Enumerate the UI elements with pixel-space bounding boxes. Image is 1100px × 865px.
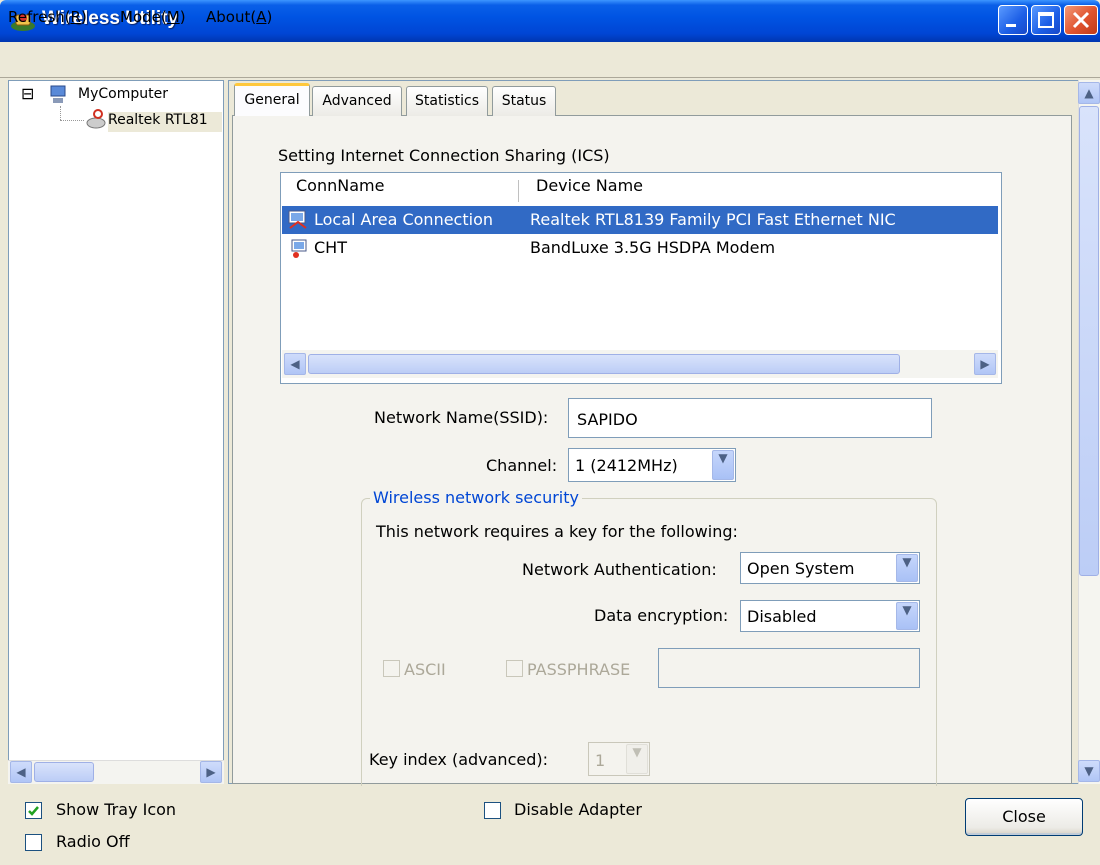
chevron-down-icon[interactable]: ▼: [896, 554, 918, 582]
maximize-icon: [1038, 12, 1054, 28]
menu-label: Refresh(: [8, 8, 71, 26]
menu-label: About(: [206, 8, 257, 26]
key-index-label: Key index (advanced):: [369, 750, 548, 769]
disable-adapter-label[interactable]: Disable Adapter: [514, 800, 642, 819]
ics-heading: Setting Internet Connection Sharing (ICS…: [278, 146, 610, 165]
menu-about[interactable]: About(A): [206, 8, 272, 26]
tree-adapter-label[interactable]: Realtek RTL81: [108, 112, 222, 132]
passphrase-checkbox[interactable]: [506, 660, 523, 677]
menu-refresh[interactable]: Refresh(R): [8, 8, 87, 26]
ascii-checkbox[interactable]: [383, 660, 400, 677]
menu-accel: A: [256, 8, 267, 26]
encryption-label: Data encryption:: [594, 606, 729, 625]
row-device-name[interactable]: Realtek RTL8139 Family PCI Fast Ethernet…: [530, 210, 896, 229]
scroll-thumb[interactable]: [34, 762, 94, 782]
menu-suffix: ): [266, 8, 273, 26]
menu-label: Mode(: [120, 8, 167, 26]
row-connname[interactable]: CHT: [314, 238, 347, 257]
close-window-button[interactable]: [1064, 5, 1098, 35]
scroll-right-arrow-icon[interactable]: ▶: [974, 353, 996, 375]
ssid-input[interactable]: SAPIDO: [568, 398, 932, 438]
minimize-icon: [1006, 24, 1016, 27]
close-icon: [1072, 11, 1090, 29]
tree-line: [60, 106, 61, 120]
column-divider[interactable]: [518, 180, 519, 202]
tab-advanced[interactable]: Advanced: [312, 86, 402, 116]
channel-label: Channel:: [486, 456, 558, 475]
ssid-value: SAPIDO: [577, 410, 638, 429]
ascii-label: ASCII: [404, 660, 446, 679]
menu-bar: [0, 42, 1100, 78]
auth-select[interactable]: Open System ▼: [740, 552, 920, 584]
device-tree[interactable]: [8, 80, 224, 784]
ssid-label: Network Name(SSID):: [374, 408, 549, 427]
scroll-thumb[interactable]: [308, 354, 900, 374]
security-legend: Wireless network security: [370, 488, 582, 507]
network-adapter-icon: [86, 109, 106, 129]
scroll-up-arrow-icon[interactable]: ▲: [1078, 82, 1100, 104]
column-header-device-name[interactable]: Device Name: [536, 176, 643, 204]
key-input[interactable]: [658, 648, 920, 688]
menu-mode[interactable]: Mode(M): [120, 8, 186, 26]
checkmark-icon: [28, 806, 39, 816]
scroll-right-arrow-icon[interactable]: ▶: [200, 761, 222, 783]
show-tray-checkbox[interactable]: [25, 802, 42, 819]
scroll-left-arrow-icon[interactable]: ◀: [284, 353, 306, 375]
channel-select[interactable]: 1 (2412MHz) ▼: [568, 448, 736, 482]
minimize-button[interactable]: [998, 5, 1028, 35]
row-device-name[interactable]: BandLuxe 3.5G HSDPA Modem: [530, 238, 775, 257]
tree-line: [60, 120, 84, 121]
dialup-connection-icon: [291, 239, 307, 258]
tab-statistics[interactable]: Statistics: [406, 86, 488, 116]
show-tray-label[interactable]: Show Tray Icon: [56, 800, 176, 819]
auth-value: Open System: [747, 559, 855, 578]
scroll-left-arrow-icon[interactable]: ◀: [10, 761, 32, 783]
row-connname[interactable]: Local Area Connection: [314, 210, 493, 229]
column-header-connname[interactable]: ConnName: [296, 176, 384, 204]
key-index-value: 1: [595, 751, 606, 770]
radio-off-checkbox[interactable]: [25, 834, 42, 851]
close-button[interactable]: Close: [965, 798, 1083, 836]
computer-icon: [50, 85, 66, 103]
tree-root-label[interactable]: MyComputer: [78, 86, 168, 102]
lan-connection-icon: [288, 210, 307, 229]
scroll-down-arrow-icon[interactable]: ▼: [1078, 760, 1100, 782]
chevron-down-icon[interactable]: ▼: [626, 744, 648, 774]
tab-general[interactable]: General: [234, 83, 310, 116]
menu-suffix: ): [179, 8, 186, 26]
radio-off-label[interactable]: Radio Off: [56, 832, 130, 851]
chevron-down-icon[interactable]: ▼: [712, 450, 734, 480]
bottom-bar: [0, 786, 1100, 865]
auth-label: Network Authentication:: [522, 560, 717, 579]
vertical-scroll-thumb[interactable]: [1079, 106, 1099, 576]
disable-adapter-checkbox[interactable]: [484, 802, 501, 819]
maximize-button[interactable]: [1031, 5, 1061, 35]
tab-status[interactable]: Status: [492, 86, 556, 116]
menu-accel: M: [166, 8, 180, 26]
encryption-select[interactable]: Disabled ▼: [740, 600, 920, 632]
key-index-select[interactable]: 1 ▼: [588, 742, 650, 776]
tree-expander[interactable]: ⊟: [21, 86, 34, 102]
encryption-value: Disabled: [747, 607, 817, 626]
security-intro: This network requires a key for the foll…: [376, 522, 738, 541]
passphrase-label: PASSPHRASE: [527, 660, 631, 679]
menu-suffix: ): [80, 8, 87, 26]
chevron-down-icon[interactable]: ▼: [896, 602, 918, 630]
channel-value: 1 (2412MHz): [575, 456, 678, 475]
menu-accel: R: [70, 8, 81, 26]
